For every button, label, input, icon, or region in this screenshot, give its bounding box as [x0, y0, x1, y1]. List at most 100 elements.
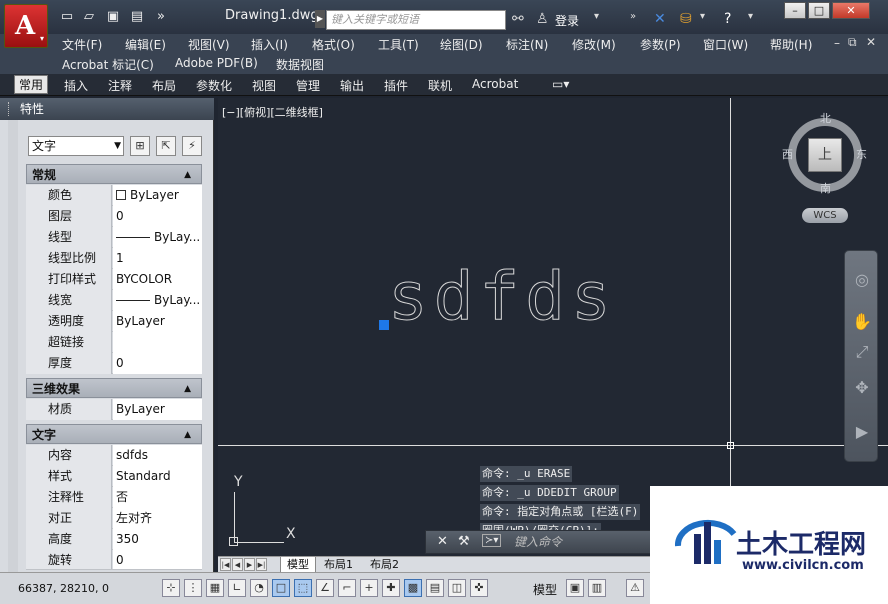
object-type-select[interactable]: 文字 ▼ [28, 136, 124, 156]
menu-acrobat-markup[interactable]: Acrobat 标记(C) [62, 56, 154, 73]
orbit-icon[interactable]: ✥ [851, 377, 873, 399]
menu-tools[interactable]: 工具(T) [378, 36, 419, 53]
prop-row[interactable]: 线型比例 1 [26, 248, 202, 269]
viewcube-top-face[interactable]: 上 [808, 138, 842, 172]
quick-select-icon[interactable]: ⚡ [182, 136, 202, 156]
polar-tracking-icon[interactable]: ◔ [250, 579, 268, 597]
prop-value[interactable]: BYCOLOR [113, 269, 202, 290]
menu-insert[interactable]: 插入(I) [251, 36, 288, 53]
prop-value[interactable]: 350 [113, 529, 202, 550]
dynamic-input-icon[interactable]: + [360, 579, 378, 597]
prop-row[interactable]: 对正 左对齐 [26, 508, 202, 529]
section-text[interactable]: 文字 ▲ [26, 424, 202, 444]
dynamic-ucs-icon[interactable]: ⌐ [338, 579, 356, 597]
select-objects-icon[interactable]: ⇱ [156, 136, 176, 156]
wrench-icon[interactable]: ⚒ [458, 534, 470, 549]
prop-row[interactable]: 超链接 [26, 332, 202, 353]
maximize-button[interactable]: □ [808, 2, 830, 19]
ribbon-toggle-icon[interactable]: ▭▾ [548, 77, 573, 91]
grid-display-icon[interactable]: ▦ [206, 579, 224, 597]
tab-layout2[interactable]: 布局2 [364, 557, 405, 573]
tab-manage[interactable]: 管理 [292, 77, 324, 94]
prop-row[interactable]: 线宽 ByLay... [26, 290, 202, 311]
prop-value[interactable]: Standard [113, 466, 202, 487]
application-menu-button[interactable]: A ▾ [4, 4, 48, 48]
doc-minimize-icon[interactable]: – [834, 36, 840, 50]
help-icon[interactable]: ? [724, 11, 731, 27]
prop-row[interactable]: 注释性 否 [26, 487, 202, 508]
menu-dimension[interactable]: 标注(N) [506, 36, 548, 53]
prop-value[interactable]: 1 [113, 248, 202, 269]
tab-plugins[interactable]: 插件 [380, 77, 412, 94]
prop-row[interactable]: 内容 sdfds [26, 445, 202, 466]
palette-grip-icon[interactable] [8, 102, 11, 116]
new-file-icon[interactable]: ▭ [58, 9, 76, 25]
viewport-controls[interactable]: [−][俯视][二维线框] [222, 104, 323, 120]
doc-close-icon[interactable]: ✕ [866, 35, 876, 49]
tab-home[interactable]: 常用 [14, 75, 49, 94]
menu-view[interactable]: 视图(V) [188, 36, 230, 53]
save-as-icon[interactable]: ▤ [128, 9, 146, 25]
model-space-toggle[interactable]: 模型 [533, 581, 557, 598]
close-button[interactable]: ✕ [832, 2, 870, 19]
store-icon[interactable]: ⛁ [680, 11, 692, 27]
prop-value[interactable]: 否 [113, 487, 202, 508]
tab-parametric[interactable]: 参数化 [192, 77, 236, 94]
compass-east[interactable]: 东 [856, 146, 867, 162]
prop-value[interactable]: ByLayer [113, 311, 202, 332]
tab-output[interactable]: 输出 [336, 77, 368, 94]
last-layout-icon[interactable]: ▶| [256, 558, 267, 571]
prop-row[interactable]: 透明度 ByLayer [26, 311, 202, 332]
command-prompt-icon[interactable]: ≻▾ [482, 534, 502, 547]
toggle-pickadd-icon[interactable]: ⊞ [130, 136, 150, 156]
menu-modify[interactable]: 修改(M) [572, 36, 616, 53]
selection-cycling-icon[interactable]: ◫ [448, 579, 466, 597]
ortho-mode-icon[interactable]: ∟ [228, 579, 246, 597]
menu-help[interactable]: 帮助(H) [770, 36, 812, 53]
prop-row[interactable]: 厚度 0 [26, 353, 202, 374]
prop-value[interactable]: ByLay... [113, 227, 202, 248]
prop-row[interactable]: 打印样式 BYCOLOR [26, 269, 202, 290]
prop-row[interactable]: 线型 ByLay... [26, 227, 202, 248]
section-3d-effects[interactable]: 三维效果 ▲ [26, 378, 202, 398]
prop-value[interactable]: ByLay... [113, 290, 202, 311]
object-snap-icon[interactable]: □ [272, 579, 290, 597]
prev-layout-icon[interactable]: ◀ [232, 558, 243, 571]
pan-hand-icon[interactable]: ✋ [851, 311, 873, 333]
wcs-menu-button[interactable]: WCS [802, 208, 848, 223]
tab-acrobat[interactable]: Acrobat [468, 77, 522, 91]
more-tools-icon[interactable]: » [630, 11, 636, 22]
binoculars-icon[interactable]: ⚯ [512, 11, 524, 27]
section-general[interactable]: 常规 ▲ [26, 164, 202, 184]
infer-constraints-icon[interactable]: ⊹ [162, 579, 180, 597]
menu-window[interactable]: 窗口(W) [703, 36, 748, 53]
transparency-icon[interactable]: ▩ [404, 579, 422, 597]
menu-edit[interactable]: 编辑(E) [125, 36, 166, 53]
minimize-button[interactable]: – [784, 2, 806, 19]
showmotion-icon[interactable]: ▶ [851, 421, 873, 443]
lineweight-icon[interactable]: ✚ [382, 579, 400, 597]
compass-west[interactable]: 西 [782, 146, 793, 162]
steering-wheel-icon[interactable]: ◎ [851, 269, 873, 291]
prop-row[interactable]: 样式 Standard [26, 466, 202, 487]
help-dropdown-icon[interactable]: ▾ [748, 11, 753, 22]
login-dropdown-icon[interactable]: ▾ [594, 11, 599, 22]
prop-value[interactable]: ByLayer [113, 399, 202, 420]
tab-annotate[interactable]: 注释 [104, 77, 136, 94]
quick-view-layouts-icon[interactable]: ▣ [566, 579, 584, 597]
save-icon[interactable]: ▣ [104, 9, 122, 25]
close-icon[interactable]: ✕ [437, 534, 448, 549]
next-layout-icon[interactable]: ▶ [244, 558, 255, 571]
prop-row[interactable]: 旋转 0 [26, 550, 202, 570]
prop-value[interactable]: ByLayer [113, 185, 202, 206]
menu-draw[interactable]: 绘图(D) [440, 36, 483, 53]
prop-value[interactable]: 左对齐 [113, 508, 202, 529]
compass-north[interactable]: 北 [820, 110, 831, 126]
menu-parametric[interactable]: 参数(P) [640, 36, 681, 53]
doc-restore-icon[interactable]: ⧉ [848, 35, 857, 50]
first-layout-icon[interactable]: |◀ [220, 558, 231, 571]
search-input[interactable] [326, 10, 506, 30]
tab-layout1[interactable]: 布局1 [318, 557, 359, 573]
snap-mode-icon[interactable]: ⋮ [184, 579, 202, 597]
search-expand-icon[interactable]: ▶ [315, 10, 325, 28]
